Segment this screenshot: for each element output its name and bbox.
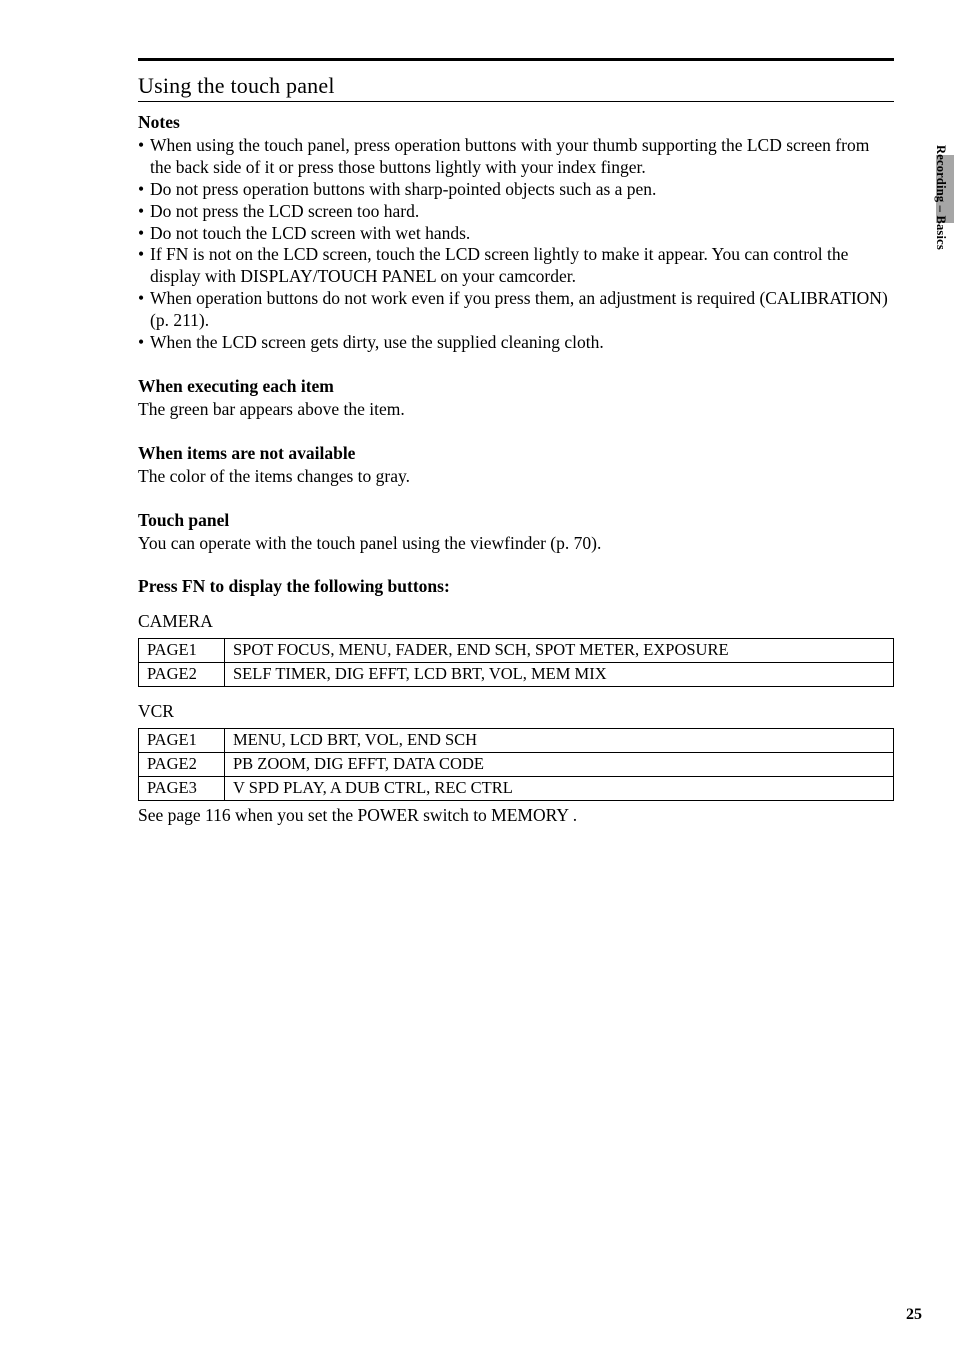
list-item: When using the touch panel, press operat… bbox=[138, 135, 894, 179]
table-cell: PAGE1 bbox=[139, 729, 225, 753]
page-number: 25 bbox=[906, 1306, 922, 1324]
page-content: Using the touch panel Notes When using t… bbox=[0, 0, 954, 826]
table-cell: PAGE1 bbox=[139, 639, 225, 663]
table-cell: PAGE2 bbox=[139, 753, 225, 777]
section-side-label: Recording – Basics bbox=[933, 145, 948, 250]
table-row: PAGE3 V SPD PLAY, A DUB CTRL, REC CTRL bbox=[139, 777, 894, 801]
table-cell: PAGE2 bbox=[139, 663, 225, 687]
section-heading: When items are not available bbox=[138, 443, 894, 464]
camera-table-label: CAMERA bbox=[138, 611, 894, 632]
vcr-table-label: VCR bbox=[138, 701, 894, 722]
table-cell: V SPD PLAY, A DUB CTRL, REC CTRL bbox=[225, 777, 894, 801]
section-body: The green bar appears above the item. bbox=[138, 399, 894, 421]
list-item: If FN is not on the LCD screen, touch th… bbox=[138, 244, 894, 288]
table-row: PAGE2 SELF TIMER, DIG EFFT, LCD BRT, VOL… bbox=[139, 663, 894, 687]
table-row: PAGE1 MENU, LCD BRT, VOL, END SCH bbox=[139, 729, 894, 753]
table-row: PAGE1 SPOT FOCUS, MENU, FADER, END SCH, … bbox=[139, 639, 894, 663]
table-cell: PB ZOOM, DIG EFFT, DATA CODE bbox=[225, 753, 894, 777]
notes-list: When using the touch panel, press operat… bbox=[138, 135, 894, 354]
section-body: You can operate with the touch panel usi… bbox=[138, 533, 894, 555]
table-cell: MENU, LCD BRT, VOL, END SCH bbox=[225, 729, 894, 753]
section-heading: Press FN to display the following button… bbox=[138, 576, 894, 597]
list-item: When operation buttons do not work even … bbox=[138, 288, 894, 332]
table-footnote: See page 116 when you set the POWER swit… bbox=[138, 805, 894, 826]
camera-table: PAGE1 SPOT FOCUS, MENU, FADER, END SCH, … bbox=[138, 638, 894, 687]
section-body: The color of the items changes to gray. bbox=[138, 466, 894, 488]
list-item: Do not touch the LCD screen with wet han… bbox=[138, 223, 894, 245]
list-item: Do not press the LCD screen too hard. bbox=[138, 201, 894, 223]
notes-heading: Notes bbox=[138, 112, 894, 133]
table-row: PAGE2 PB ZOOM, DIG EFFT, DATA CODE bbox=[139, 753, 894, 777]
page-title: Using the touch panel bbox=[138, 73, 335, 99]
list-item: Do not press operation buttons with shar… bbox=[138, 179, 894, 201]
vcr-table: PAGE1 MENU, LCD BRT, VOL, END SCH PAGE2 … bbox=[138, 728, 894, 801]
table-cell: SELF TIMER, DIG EFFT, LCD BRT, VOL, MEM … bbox=[225, 663, 894, 687]
sub-rule bbox=[138, 101, 894, 102]
table-cell: PAGE3 bbox=[139, 777, 225, 801]
section-heading: Touch panel bbox=[138, 510, 894, 531]
list-item: When the LCD screen gets dirty, use the … bbox=[138, 332, 894, 354]
section-heading: When executing each item bbox=[138, 376, 894, 397]
top-rule bbox=[138, 58, 894, 61]
table-cell: SPOT FOCUS, MENU, FADER, END SCH, SPOT M… bbox=[225, 639, 894, 663]
